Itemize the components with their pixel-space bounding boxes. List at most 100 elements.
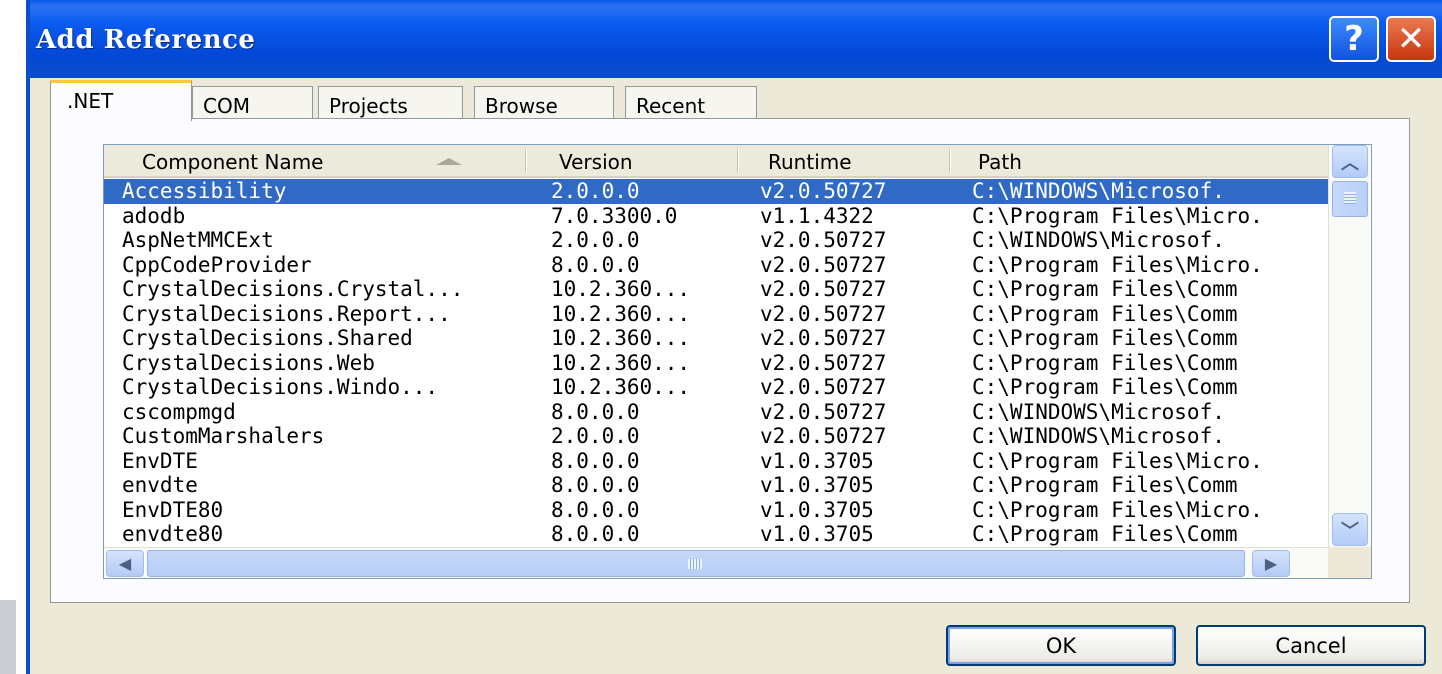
column-divider[interactable] (949, 149, 950, 173)
list-item[interactable]: CrystalDecisions.Web 10.2.360... v2.0.5072… (104, 351, 1328, 376)
column-header-path[interactable]: Path (978, 150, 1022, 174)
list-item[interactable]: cscompmgd 8.0.0.0 v2.0.50727 C:\WINDOWS\Mic… (104, 400, 1328, 425)
cell-component-name: CppCodeProvider (122, 252, 312, 277)
cell-path: C:\Program Files\Comm (972, 326, 1238, 350)
question-mark-icon: ? (1344, 19, 1364, 59)
cell-runtime: v2.0.50727 (760, 252, 887, 277)
cell-component-name: cscompmgd (122, 399, 236, 424)
cell-version: 8.0.0.0 (551, 522, 640, 546)
cell-runtime: v1.0.3705 (760, 473, 874, 497)
cell-version: 10.2.360... (551, 350, 691, 375)
close-button[interactable]: ✕ (1386, 16, 1436, 62)
cell-component-name: CrystalDecisions.Web (122, 350, 375, 375)
scroll-left-button[interactable]: ◀ (106, 550, 144, 577)
cell-runtime: v2.0.50727 (760, 424, 887, 448)
cell-component-name: CrystalDecisions.Report... (122, 301, 451, 326)
scroll-down-button[interactable]: ﹀ (1332, 513, 1368, 546)
tab-com[interactable]: COM (192, 86, 313, 119)
cell-version: 10.2.360... (551, 326, 691, 350)
cell-path: C:\Program Files\Comm (972, 473, 1238, 497)
add-reference-dialog: Add Reference ? ✕ .NET COM Projects Brow… (26, 0, 1442, 674)
background-window-fragment (0, 600, 16, 674)
component-list[interactable]: Component Name Version Runtime Path Acce… (103, 144, 1372, 579)
grip-icon (688, 559, 702, 569)
cell-version: 2.0.0.0 (551, 228, 640, 252)
list-item[interactable]: Accessibility 2.0.0.0 v2.0.50727 C:\WINDOWS… (104, 179, 1328, 204)
grip-icon (1344, 192, 1356, 204)
tab-recent[interactable]: Recent (625, 86, 757, 119)
list-item[interactable]: AspNetMMCExt 2.0.0.0 v2.0.50727 C:\WINDOWS\… (104, 228, 1328, 253)
cell-runtime: v2.0.50727 (760, 277, 887, 301)
cell-component-name: AspNetMMCExt (122, 228, 274, 252)
cell-path: C:\Program Files\Comm (972, 375, 1238, 399)
cell-component-name: CrystalDecisions.Shared (122, 326, 413, 350)
cell-component-name: EnvDTE80 (122, 497, 224, 522)
cancel-button[interactable]: Cancel (1196, 625, 1426, 666)
close-x-icon: ✕ (1396, 19, 1426, 59)
cell-version: 10.2.360... (551, 277, 691, 301)
cell-runtime: v1.0.3705 (760, 522, 874, 546)
list-item[interactable]: CrystalDecisions.Shared 10.2.360... v2.0.5… (104, 326, 1328, 351)
tab-projects[interactable]: Projects (318, 86, 463, 119)
column-header-runtime[interactable]: Runtime (768, 150, 852, 174)
cell-runtime: v1.0.3705 (760, 448, 874, 473)
cell-runtime: v2.0.50727 (760, 301, 887, 326)
scroll-up-button[interactable]: ︿ (1332, 145, 1368, 178)
horizontal-scrollbar[interactable]: ◀ ▶ (104, 547, 1328, 578)
cell-version: 8.0.0.0 (551, 448, 640, 473)
cell-path: C:\Program Files\Comm (972, 350, 1238, 375)
list-item[interactable]: EnvDTE80 8.0.0.0 v1.0.3705 C:\Program Files… (104, 498, 1328, 523)
chevron-down-icon: ﹀ (1341, 520, 1359, 542)
cell-version: 8.0.0.0 (551, 399, 640, 424)
cell-version: 8.0.0.0 (551, 473, 640, 497)
list-item[interactable]: CustomMarshalers 2.0.0.0 v2.0.50727 C:\WIND… (104, 424, 1328, 449)
cell-runtime: v2.0.50727 (760, 326, 887, 350)
list-item[interactable]: CrystalDecisions.Crystal... 10.2.360... v2… (104, 277, 1328, 302)
cell-path: C:\WINDOWS\Microsof. (972, 228, 1225, 252)
column-divider[interactable] (737, 149, 738, 173)
cell-runtime: v2.0.50727 (760, 228, 887, 252)
list-item[interactable]: EnvDTE 8.0.0.0 v1.0.3705 C:\Program Files\M… (104, 449, 1328, 474)
column-header-version[interactable]: Version (559, 150, 633, 174)
cell-runtime: v2.0.50727 (760, 399, 887, 424)
cell-component-name: envdte (122, 473, 198, 497)
cell-version: 10.2.360... (551, 375, 691, 399)
cell-runtime: v2.0.50727 (760, 375, 887, 399)
tab-browse[interactable]: Browse (474, 86, 614, 119)
ok-button[interactable]: OK (946, 625, 1176, 666)
cell-runtime: v2.0.50727 (760, 179, 887, 203)
help-button[interactable]: ? (1329, 16, 1379, 62)
cell-path: C:\Program Files\Comm (972, 277, 1238, 301)
list-item[interactable]: envdte80 8.0.0.0 v1.0.3705 C:\Program Files… (104, 522, 1328, 547)
title-bar[interactable]: Add Reference ? ✕ (30, 0, 1442, 78)
cell-component-name: Accessibility (122, 179, 287, 203)
column-header-component-name[interactable]: Component Name (142, 150, 323, 174)
cell-component-name: EnvDTE (122, 448, 198, 473)
cell-component-name: adodb (122, 203, 186, 228)
cell-version: 7.0.3300.0 (551, 203, 678, 228)
cell-path: C:\Program Files\Micro. (972, 497, 1263, 522)
column-divider[interactable] (525, 149, 526, 173)
vertical-scroll-thumb[interactable] (1332, 181, 1368, 217)
cell-path: C:\WINDOWS\Microsof. (972, 424, 1225, 448)
horizontal-scroll-thumb[interactable] (147, 550, 1245, 577)
dialog-title: Add Reference (36, 25, 256, 55)
scrollbar-corner (1328, 547, 1371, 578)
cell-runtime: v1.0.3705 (760, 497, 874, 522)
cell-runtime: v1.1.4322 (760, 203, 874, 228)
list-item[interactable]: CppCodeProvider 8.0.0.0 v2.0.50727 C:\Progr… (104, 253, 1328, 278)
cell-path: C:\Program Files\Micro. (972, 203, 1263, 228)
list-item[interactable]: adodb 7.0.3300.0 v1.1.4322 C:\Program Files… (104, 204, 1328, 229)
cell-version: 8.0.0.0 (551, 252, 640, 277)
list-item[interactable]: CrystalDecisions.Report... 10.2.360... v2.… (104, 302, 1328, 327)
list-item[interactable]: envdte 8.0.0.0 v1.0.3705 C:\Program Files\C… (104, 473, 1328, 498)
cell-component-name: CrystalDecisions.Windo... (122, 375, 439, 399)
tab-dotnet[interactable]: .NET (50, 80, 192, 121)
scroll-right-button[interactable]: ▶ (1252, 550, 1290, 577)
list-item[interactable]: CrystalDecisions.Windo... 10.2.360... v2.0… (104, 375, 1328, 400)
list-rows: Accessibility 2.0.0.0 v2.0.50727 C:\WINDOWS… (104, 179, 1328, 547)
cell-component-name: CustomMarshalers (122, 424, 325, 448)
cell-version: 2.0.0.0 (551, 179, 640, 203)
chevron-right-icon: ▶ (1264, 554, 1278, 573)
vertical-scrollbar[interactable]: ︿ ﹀ (1328, 145, 1371, 547)
